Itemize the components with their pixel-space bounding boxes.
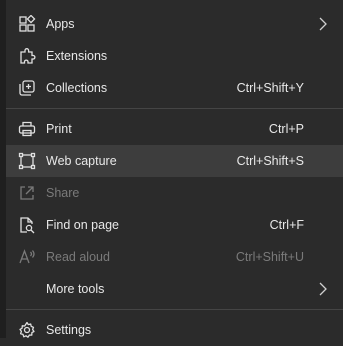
- menu-item-label: Find on page: [46, 218, 119, 232]
- menu-item-collections[interactable]: Collections Ctrl+Shift+Y: [6, 72, 343, 104]
- print-icon: [18, 120, 36, 138]
- shortcut-text: Ctrl+P: [268, 122, 304, 136]
- find-icon: [18, 216, 36, 234]
- menu-item-web-capture[interactable]: Web capture Ctrl+Shift+S: [6, 145, 343, 177]
- settings-icon: [18, 321, 36, 339]
- menu-item-print[interactable]: Print Ctrl+P: [6, 113, 343, 145]
- apps-icon: [18, 15, 36, 33]
- shortcut-text: Ctrl+Shift+Y: [236, 81, 304, 95]
- shortcut-text: Ctrl+Shift+S: [236, 154, 304, 168]
- menu-item-label: Web capture: [46, 154, 117, 168]
- collections-icon: [18, 79, 36, 97]
- menu-item-more-tools[interactable]: More tools: [6, 273, 343, 305]
- menu-item-extensions[interactable]: Extensions: [6, 40, 343, 72]
- extensions-icon: [18, 47, 36, 65]
- menu-item-settings[interactable]: Settings: [6, 314, 343, 346]
- menu-item-label: Share: [46, 186, 80, 200]
- read-aloud-icon: [18, 248, 36, 266]
- menu-item-label: Settings: [46, 323, 92, 337]
- chevron-right-icon: [318, 282, 328, 296]
- menu-item-label: More tools: [46, 282, 105, 296]
- menu-item-label: Read aloud: [46, 250, 110, 264]
- chevron-right-icon: [318, 17, 328, 31]
- web-capture-icon: [18, 152, 36, 170]
- settings-menu: Apps Extensions Collections Ctrl+Shift+Y: [6, 0, 343, 338]
- shortcut-text: Ctrl+F: [269, 218, 304, 232]
- shortcut-text: Ctrl+Shift+U: [235, 250, 304, 264]
- separator: [6, 108, 343, 109]
- menu-item-apps[interactable]: Apps: [6, 8, 343, 40]
- menu-item-label: Collections: [46, 81, 108, 95]
- share-icon: [18, 184, 36, 202]
- menu-item-label: Apps: [46, 17, 75, 31]
- separator: [6, 309, 343, 310]
- menu-item-find-on-page[interactable]: Find on page Ctrl+F: [6, 209, 343, 241]
- menu-item-read-aloud[interactable]: Read aloud Ctrl+Shift+U: [6, 241, 343, 273]
- menu-item-share[interactable]: Share: [6, 177, 343, 209]
- menu-item-label: Extensions: [46, 49, 108, 63]
- menu-item-label: Print: [46, 122, 72, 136]
